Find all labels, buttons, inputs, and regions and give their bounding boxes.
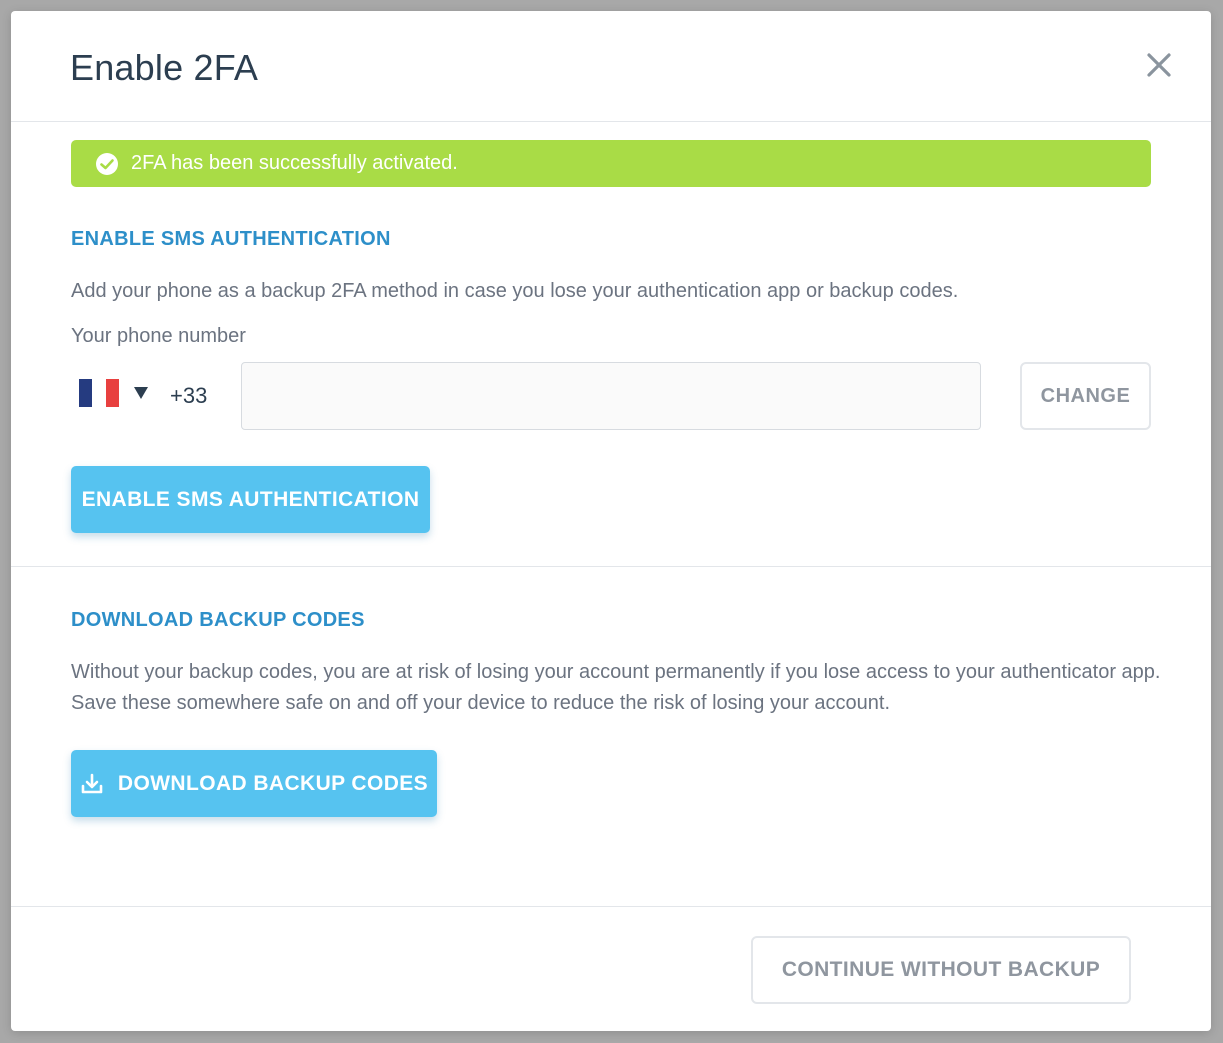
footer-divider	[11, 906, 1211, 907]
backup-description: Without your backup codes, you are at ri…	[71, 661, 1161, 714]
close-icon	[1147, 53, 1171, 77]
continue-without-backup-button[interactable]: CONTINUE WITHOUT BACKUP	[751, 936, 1131, 1004]
phone-number-label: Your phone number	[71, 325, 246, 347]
enable-sms-button-label: ENABLE SMS AUTHENTICATION	[81, 487, 420, 511]
enable-sms-button[interactable]: ENABLE SMS AUTHENTICATION	[71, 466, 430, 533]
sms-description: Add your phone as a backup 2FA method in…	[71, 280, 959, 302]
download-backup-codes-button[interactable]: DOWNLOAD BACKUP CODES	[71, 750, 437, 817]
backup-section-heading: DOWNLOAD BACKUP CODES	[71, 609, 365, 631]
close-button[interactable]	[1145, 51, 1173, 79]
dial-code: +33	[170, 383, 208, 408]
phone-number-input[interactable]	[241, 362, 981, 430]
success-alert: 2FA has been successfully activated.	[71, 140, 1151, 187]
country-code-select[interactable]	[79, 379, 149, 407]
flag-france-icon	[79, 379, 119, 407]
change-button[interactable]: CHANGE	[1020, 362, 1151, 430]
check-circle-icon	[96, 152, 118, 175]
enable-2fa-modal: Enable 2FA 2FA has been successfully act…	[11, 11, 1211, 1031]
download-icon	[81, 773, 103, 793]
modal-header: Enable 2FA	[11, 11, 1211, 122]
modal-title: Enable 2FA	[70, 47, 259, 88]
caret-down-icon	[134, 387, 148, 399]
sms-section-heading: ENABLE SMS AUTHENTICATION	[71, 228, 391, 250]
download-button-label: DOWNLOAD BACKUP CODES	[117, 771, 429, 795]
success-message: 2FA has been successfully activated.	[131, 152, 458, 174]
section-divider	[11, 566, 1211, 567]
